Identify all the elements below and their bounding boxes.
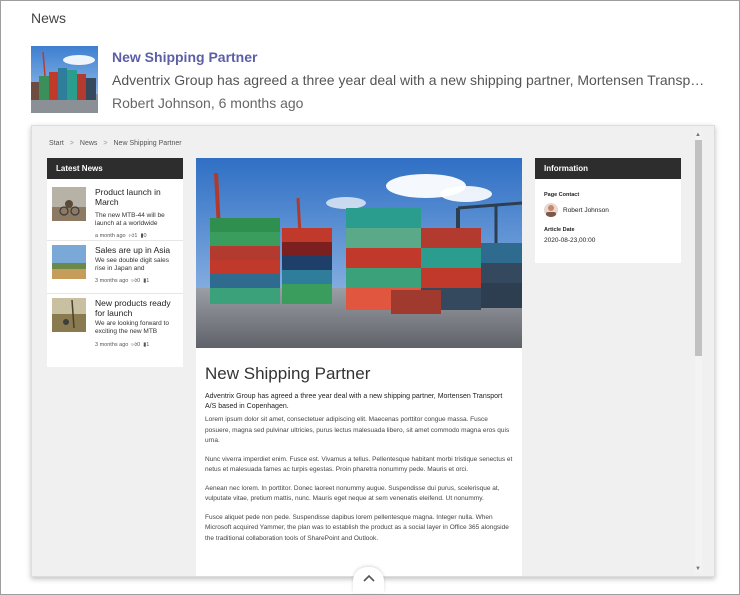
scroll-down-arrow-icon[interactable]: ▼	[695, 566, 701, 572]
feed-item-meta: Robert Johnson, 6 months ago	[112, 95, 304, 111]
article-title: New Shipping Partner	[205, 364, 371, 383]
breadcrumb-separator: >	[103, 140, 108, 147]
latest-news-text: The new MTB-44 will be launch at a world…	[95, 212, 165, 227]
latest-news-text: We are looking forward to exciting the n…	[95, 320, 169, 335]
article-hero-image	[196, 158, 522, 348]
latest-news-date: 3 months ago	[95, 342, 129, 348]
latest-news-thumbnail	[52, 187, 86, 221]
avatar	[544, 203, 558, 217]
breadcrumb-separator: >	[69, 140, 74, 147]
comment-count: 1	[146, 278, 150, 284]
latest-news-title: Product launch in March	[95, 187, 161, 207]
latest-news-title: Sales are up in Asia	[95, 245, 171, 255]
preview-scrollbar[interactable]: ▲ ▼	[695, 132, 702, 572]
like-count: 0	[137, 342, 141, 348]
article-date-label: Article Date	[544, 227, 575, 233]
latest-news-thumbnail	[52, 245, 86, 279]
page-contact[interactable]: Robert Johnson	[544, 203, 681, 217]
news-webpart: News New Shipping Partner Adventrix Grou…	[0, 0, 740, 595]
latest-news-item[interactable]: Product launch in March The new MTB-44 w…	[47, 179, 183, 241]
article-content: New Shipping Partner Adventrix Group has…	[196, 158, 522, 576]
comment-count: 1	[146, 342, 150, 348]
chevron-up-icon	[362, 574, 375, 582]
scroll-up-arrow-icon[interactable]: ▲	[695, 132, 701, 138]
scrollbar-thumb[interactable]	[695, 140, 702, 356]
latest-news-thumbnail	[52, 298, 86, 332]
information-heading: Information	[535, 158, 681, 179]
article-paragraph: Aenean nec lorem. In porttitor. Donec la…	[205, 484, 500, 503]
article-date-value: 2020-08-23,00:00	[544, 237, 596, 244]
article-paragraph: Fusce aliquet pede non pede. Suspendisse…	[205, 513, 509, 542]
latest-news-date: a month ago	[95, 233, 126, 239]
breadcrumb-current: New Shipping Partner	[113, 140, 182, 147]
information-panel: Information Page Contact Robert Johnson …	[535, 158, 681, 263]
article-paragraph: Lorem ipsum dolor sit amet, consectetuer…	[205, 416, 510, 444]
latest-news-item[interactable]: New products ready for launch We are loo…	[47, 294, 183, 367]
feed-item-title-link[interactable]: New Shipping Partner	[112, 49, 257, 65]
latest-news-meta: a month ago 👍︎1 ▮0	[95, 233, 147, 239]
latest-news-meta: 3 months ago 👍︎0 ▮1	[95, 278, 149, 284]
article-lead: Adventrix Group has agreed a three year …	[205, 393, 503, 410]
latest-news-date: 3 months ago	[95, 278, 129, 284]
breadcrumb: Start > News > New Shipping Partner	[49, 140, 182, 147]
collapse-preview-button[interactable]	[353, 567, 384, 593]
breadcrumb-start[interactable]: Start	[49, 140, 64, 147]
page-contact-name: Robert Johnson	[563, 206, 609, 214]
latest-news-heading: Latest News	[47, 158, 183, 179]
article-preview: Start > News > New Shipping Partner Late…	[31, 125, 715, 577]
latest-news-text: We see double digit sales rise in Japan …	[95, 257, 169, 272]
latest-news-item[interactable]: Sales are up in Asia We see double digit…	[47, 241, 183, 294]
comment-count: 0	[143, 233, 147, 239]
like-count: 0	[137, 278, 141, 284]
feed-item-summary: Adventrix Group has agreed a three year …	[112, 72, 708, 88]
feed-item-thumbnail[interactable]	[31, 46, 98, 113]
latest-news-meta: 3 months ago 👍︎0 ▮1	[95, 342, 149, 348]
latest-news-panel: Latest News Product launch in March The …	[47, 158, 183, 367]
breadcrumb-news[interactable]: News	[80, 140, 98, 147]
latest-news-title: New products ready for launch	[95, 298, 171, 318]
section-title: News	[31, 10, 67, 26]
page-contact-label: Page Contact	[544, 192, 580, 198]
like-count: 1	[134, 233, 138, 239]
article-paragraph: Nunc viverra imperdiet enim. Fusce est. …	[205, 455, 513, 474]
